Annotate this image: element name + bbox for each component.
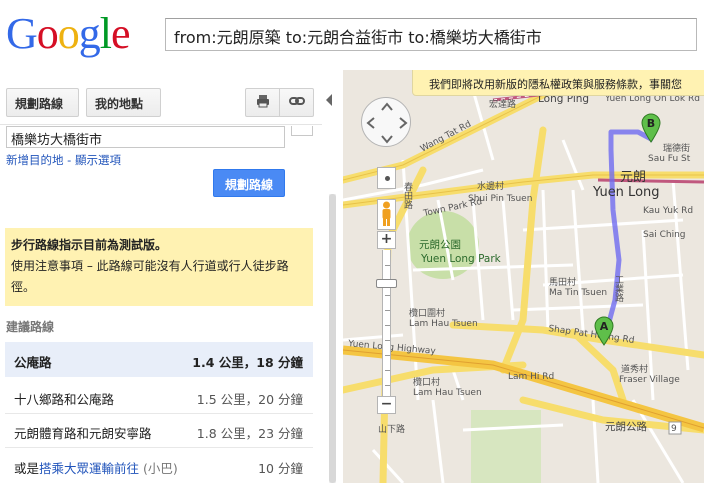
walking-notice: 步行路線指示目前為測試版。 使用注意事項 – 此路線可能沒有人行道或行人徒步路徑… (5, 228, 313, 306)
route-distance: 1.5 公里，20 分鐘 (196, 392, 303, 407)
route-number-9: 9 (671, 424, 677, 434)
zoom-slider-track[interactable] (382, 250, 391, 396)
pan-arrows-icon (366, 102, 408, 144)
reset-view-button[interactable] (377, 167, 396, 189)
label-sau-fu: Sau Fu St (648, 154, 691, 164)
zoom-tick (385, 295, 390, 296)
destination-input[interactable]: 橋樂坊大橋街市 (6, 126, 285, 148)
marker-b[interactable]: B (640, 113, 662, 143)
reset-dot-icon (385, 176, 390, 181)
logo-letter: e (111, 9, 131, 58)
printer-icon (256, 95, 270, 112)
label-park-cn: 元朗公園 (419, 239, 461, 251)
transit-link[interactable]: 搭乘大眾運輸前往 (39, 461, 139, 476)
label-lam-hau-cn: 欖口圍村 (409, 309, 446, 319)
label-shui-pin-cn: 水邊村 (477, 182, 505, 192)
search-input[interactable]: from:元朗原築 to:元朗合益街市 to:橋樂坊大橋街市 (165, 18, 697, 51)
google-logo[interactable]: Google (6, 8, 131, 60)
label-kau-yuk: Kau Yuk Rd (643, 206, 694, 216)
logo-letter: o (57, 9, 80, 58)
add-destination-link[interactable]: 新增目的地 - 顯示選項 (6, 152, 121, 168)
label-park: Yuen Long Park (421, 253, 501, 265)
get-directions-button[interactable]: 規劃路線 (213, 169, 285, 197)
notice-body: 使用注意事項 – 此路線可能沒有人行道或行人徒步路徑。 (11, 259, 289, 294)
street-view-pegman[interactable] (377, 199, 396, 230)
logo-letter: G (6, 9, 38, 58)
my-places-tab[interactable]: 我的地點 (86, 88, 161, 117)
marker-a-label: A (600, 320, 609, 333)
label-gong-bei: 工業路 (613, 275, 623, 302)
route-name: 元朗體育路和元朗安寧路 (14, 426, 152, 441)
destination-drag-handle[interactable] (291, 126, 313, 136)
label-fraser: Fraser Village (619, 375, 680, 385)
logo-letter: o (36, 9, 59, 58)
label-lam-hau-tsuen-cn: 欖口村 (413, 378, 441, 388)
zoom-tick (385, 310, 390, 311)
route-option[interactable]: 公庵路 1.4 公里，18 分鐘 (5, 342, 313, 377)
privacy-notice-banner[interactable]: 我們即將改用新版的隱私權政策與服務條款，事關您 (412, 70, 704, 96)
label-hung-tin: 宏達路 (489, 100, 517, 110)
map-canvas[interactable]: Long Ping Yuen Long On Lok Rd 宏達路 Wang T… (343, 70, 704, 483)
route-distance: 1.4 公里，18 分鐘 (192, 355, 303, 370)
directions-panel: 規劃路線 我的地點 橋樂坊大橋街市 新增目的地 - 顯示選項 規劃路線 步行路線… (0, 70, 343, 483)
link-button[interactable] (279, 88, 314, 117)
collapse-panel-icon[interactable] (326, 94, 332, 106)
transit-option[interactable]: 或是搭乘大眾運輸前往 (小巴) 10 分鐘 (5, 448, 313, 483)
label-chun-tin: 春田路 (402, 182, 412, 209)
label-fraser-cn: 道秀村 (621, 365, 649, 375)
label-lam-hau-tsuen: Lam Hau Tsuen (413, 388, 482, 398)
logo-letter: l (99, 9, 112, 58)
label-yuen-long-cn: 元朗 (620, 170, 647, 185)
zoom-tick (385, 370, 390, 371)
label-ma-tin: Ma Tin Tsuen (549, 288, 608, 298)
route-option[interactable]: 元朗體育路和元朗安寧路 1.8 公里，23 分鐘 (5, 413, 313, 448)
label-yuen-long-kau: 元朗公路 (605, 421, 647, 433)
route-distance: 10 分鐘 (258, 461, 303, 476)
label-shan-ha: 山下路 (378, 425, 406, 435)
label-yuen-long: Yuen Long (593, 185, 660, 200)
zoom-tick (385, 340, 390, 341)
transit-prefix: 或是 (14, 461, 40, 476)
route-name: 十八鄉路和公庵路 (14, 392, 115, 407)
route-distance: 1.8 公里，23 分鐘 (196, 426, 303, 441)
route-name: 公庵路 (14, 355, 52, 370)
divider (0, 124, 322, 125)
label-ma-tin-cn: 馬田村 (549, 278, 577, 288)
marker-b-label: B (647, 117, 655, 130)
zoom-tick (385, 355, 390, 356)
marker-a[interactable]: A (593, 316, 615, 346)
link-icon (288, 96, 305, 112)
label-sau-fu-cn: 瑞德街 (663, 144, 691, 154)
route-option[interactable]: 十八鄉路和公庵路 1.5 公里，20 分鐘 (5, 379, 313, 414)
scrollbar-thumb[interactable] (329, 194, 336, 483)
get-directions-tab[interactable]: 規劃路線 (6, 88, 79, 117)
header: Google from:元朗原築 to:元朗合益街市 to:橋樂坊大橋街市 (0, 0, 704, 70)
pegman-icon (382, 201, 391, 226)
label-sai-ching: Sai Ching (643, 230, 686, 240)
label-lam-hi: Lam Hi Rd (508, 372, 555, 382)
suggested-routes-heading: 建議路線 (6, 320, 55, 334)
zoom-in-button[interactable]: + (377, 231, 396, 249)
zoom-tick (385, 325, 390, 326)
zoom-out-button[interactable]: − (377, 396, 396, 414)
print-button[interactable] (245, 88, 280, 117)
label-lam-hau: Lam Hau Tsuen (409, 319, 478, 329)
transit-suffix: (小巴) (143, 461, 178, 476)
pan-control[interactable] (361, 97, 411, 147)
zoom-slider-thumb[interactable] (376, 279, 397, 288)
zoom-tick (385, 385, 390, 386)
zoom-tick (385, 265, 390, 266)
logo-letter: g (78, 9, 101, 58)
notice-title: 步行路線指示目前為測試版。 (11, 238, 168, 252)
